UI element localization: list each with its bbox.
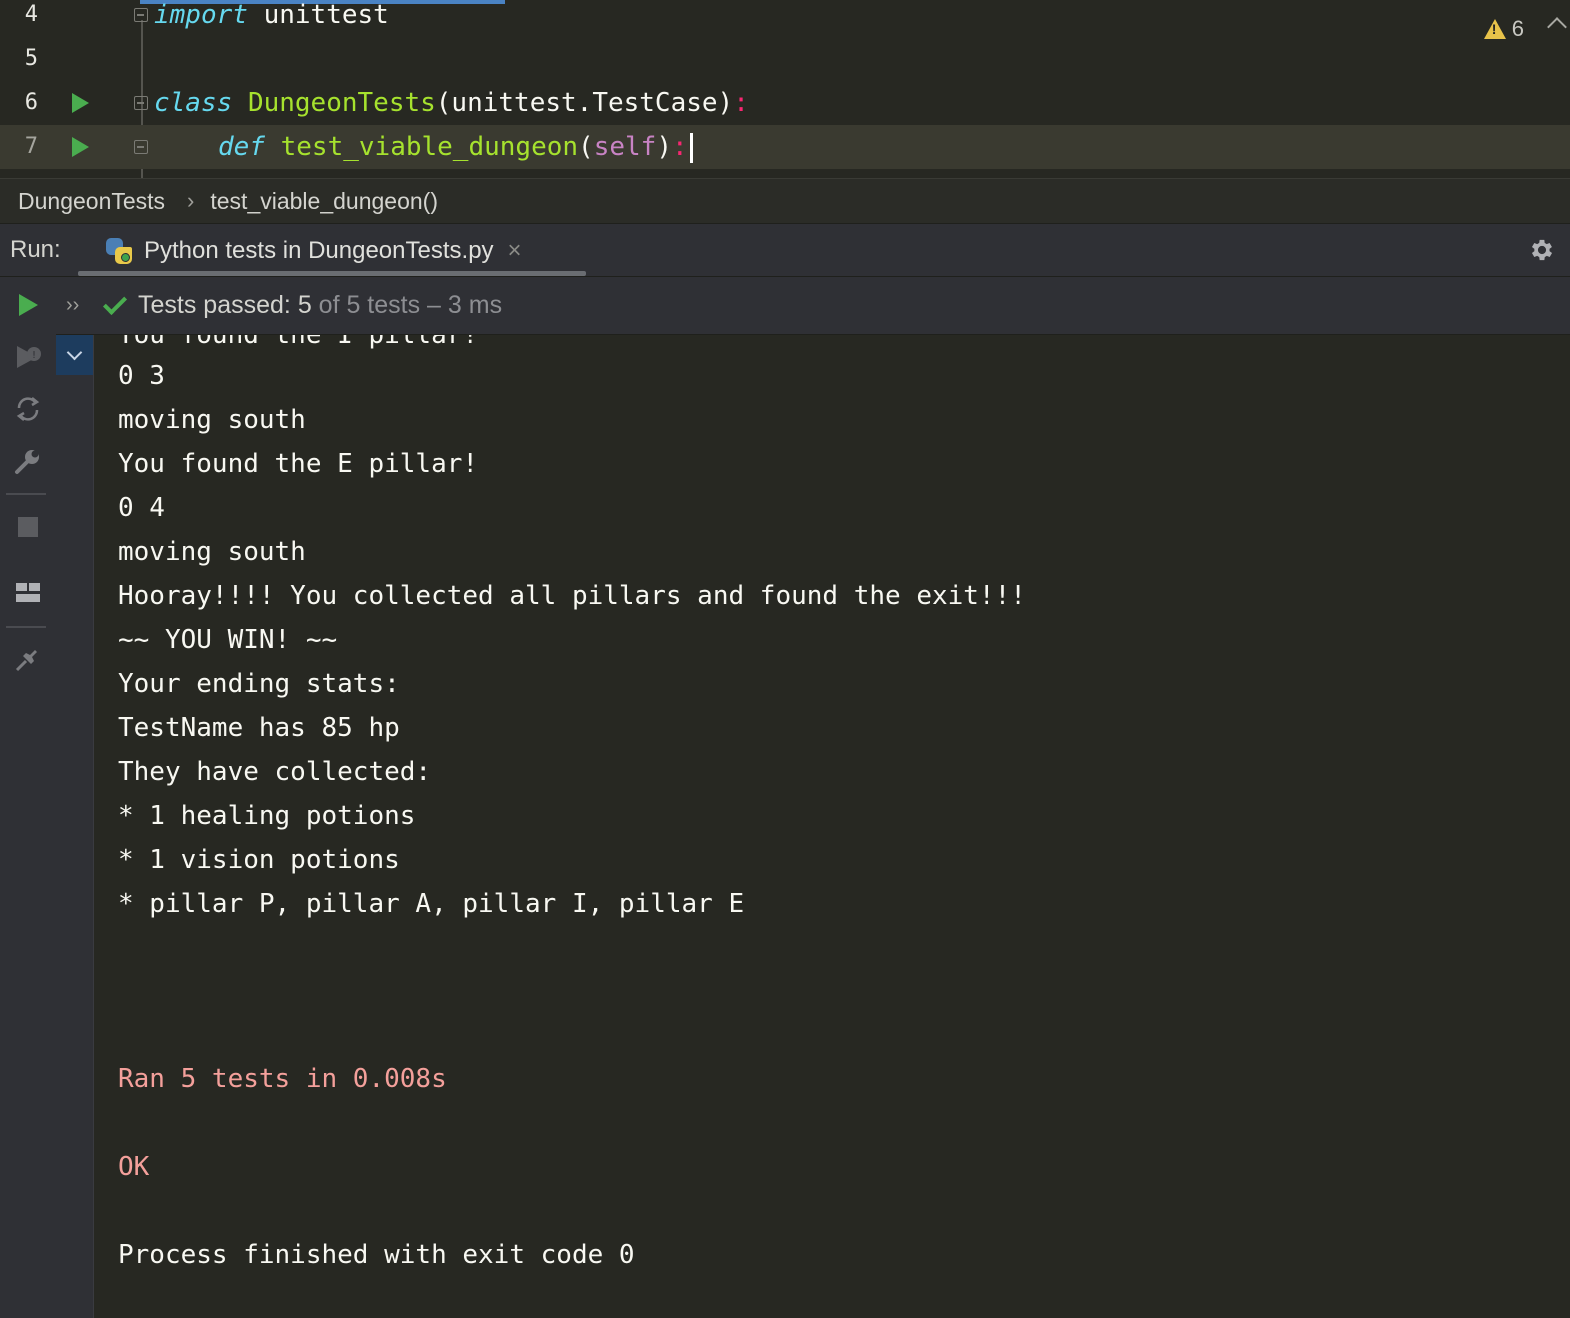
rerun-failed-button[interactable]: ! <box>8 337 48 377</box>
rerun-failed-icon: ! <box>17 346 41 368</box>
self-param: self <box>593 132 657 162</box>
console-line-partial: You found the I pillar! <box>118 335 479 350</box>
line-number: 5 <box>24 46 38 71</box>
code-text[interactable]: import unittest <box>154 0 389 37</box>
console-line: * 1 healing potions <box>118 801 416 831</box>
console-summary-line: Ran 5 tests in 0.008s <box>118 1064 447 1094</box>
toolbar-separator <box>6 626 46 628</box>
fold-icon[interactable] <box>134 8 148 22</box>
fold-icon[interactable] <box>134 140 148 154</box>
stop-button[interactable] <box>8 507 48 547</box>
pin-tab-button[interactable] <box>8 639 48 679</box>
check-icon <box>102 290 128 315</box>
keyword: def <box>218 132 265 162</box>
tab-title: Python tests in DungeonTests.py <box>144 236 494 264</box>
layout-icon <box>16 583 40 602</box>
stop-icon <box>18 517 38 537</box>
toolbar-separator <box>6 493 46 495</box>
console-line: ~~ YOU WIN! ~~ <box>118 625 338 655</box>
run-label: Run: <box>10 236 61 263</box>
fold-icon[interactable] <box>134 96 148 110</box>
keyword: import <box>154 0 248 30</box>
console-line: TestName has 85 hp <box>118 713 400 743</box>
warning-icon <box>1483 19 1506 39</box>
class-name: DungeonTests <box>247 88 436 118</box>
test-status-bar: ›› Tests passed: 5 of 5 tests – 3 ms <box>56 277 1570 335</box>
code-line-4[interactable]: 4 import unittest <box>0 0 1570 37</box>
breadcrumb-item-class[interactable]: DungeonTests <box>18 188 165 215</box>
code-line-5[interactable]: 5 <box>0 37 1570 81</box>
toggle-auto-test-icon <box>16 397 40 421</box>
status-prefix: Tests passed: <box>138 291 298 319</box>
close-icon[interactable]: × <box>508 237 522 265</box>
console-line: 0 4 <box>118 493 165 523</box>
run-tool-window-header: Run: Python tests in DungeonTests.py × <box>0 223 1570 277</box>
paren-open: ( <box>578 132 594 162</box>
console-line: moving south <box>118 537 306 567</box>
rerun-icon <box>18 294 38 316</box>
paren-close: ) <box>656 132 672 162</box>
console-line: moving south <box>118 405 306 435</box>
colon: : <box>733 88 749 118</box>
toggle-auto-test-button[interactable] <box>8 389 48 429</box>
warnings-count: 6 <box>1511 16 1524 41</box>
code-line-6[interactable]: 6 class DungeonTests(unittest.TestCase): <box>0 81 1570 125</box>
code-text[interactable]: def test_viable_dungeon(self): <box>218 125 693 169</box>
run-gutter-icon[interactable] <box>72 137 89 157</box>
python-icon <box>104 236 134 266</box>
keyword: class <box>154 88 233 118</box>
tab-python-tests[interactable]: Python tests in DungeonTests.py × <box>78 224 588 277</box>
svg-text:!: ! <box>32 350 36 361</box>
status-rest: of 5 tests – 3 ms <box>311 291 503 319</box>
rerun-button[interactable] <box>8 285 48 325</box>
gear-icon[interactable] <box>1528 236 1556 264</box>
expand-toolbar-button[interactable]: ›› <box>66 294 100 317</box>
console-output[interactable]: You found the I pillar! 0 3 moving south… <box>95 335 1570 1318</box>
function-name: test_viable_dungeon <box>280 132 579 162</box>
run-gutter-icon[interactable] <box>72 93 89 113</box>
console-exit-line: Process finished with exit code 0 <box>118 1240 635 1270</box>
console-line: They have collected: <box>118 757 432 787</box>
line-number: 7 <box>24 134 38 159</box>
pin-icon <box>15 650 37 672</box>
test-status-text: Tests passed: 5 of 5 tests – 3 ms <box>138 291 502 320</box>
run-side-toolbar: ! <box>0 277 56 1318</box>
text-caret <box>689 132 693 163</box>
expand-test-tree-button[interactable] <box>56 335 93 375</box>
layout-button[interactable] <box>8 573 48 613</box>
code-text[interactable]: class DungeonTests(unittest.TestCase): <box>154 81 749 125</box>
console-line: You found the E pillar! <box>118 449 479 479</box>
status-passed-count: 5 <box>297 291 312 319</box>
console-line: * 1 vision potions <box>118 845 400 875</box>
settings-wrench-icon <box>15 450 39 474</box>
warnings-indicator[interactable]: 6 <box>1483 16 1524 42</box>
console-line: 0 3 <box>118 361 165 391</box>
console-line: Hooray!!!! You collected all pillars and… <box>118 581 1026 611</box>
code-editor[interactable]: 4 import unittest 5 6 class DungeonTests… <box>0 0 1570 178</box>
test-tree-gutter <box>56 335 94 1318</box>
colon: : <box>671 132 688 162</box>
code-line-7[interactable]: 7 def test_viable_dungeon(self): <box>0 125 1570 169</box>
breadcrumb: DungeonTests › test_viable_dungeon() <box>0 178 1570 223</box>
line-number: 6 <box>24 90 38 115</box>
console-line: * pillar P, pillar A, pillar I, pillar E <box>118 889 745 919</box>
console-ok-line: OK <box>118 1152 150 1182</box>
breadcrumb-item-method[interactable]: test_viable_dungeon() <box>210 188 438 215</box>
console-line: Your ending stats: <box>118 669 400 699</box>
code-rest: unittest <box>247 0 389 30</box>
line-number: 4 <box>24 2 38 27</box>
breadcrumb-separator: › <box>187 188 195 213</box>
chevron-down-icon <box>66 344 83 360</box>
class-args: (unittest.TestCase) <box>435 88 734 118</box>
settings-wrench-button[interactable] <box>8 441 48 481</box>
